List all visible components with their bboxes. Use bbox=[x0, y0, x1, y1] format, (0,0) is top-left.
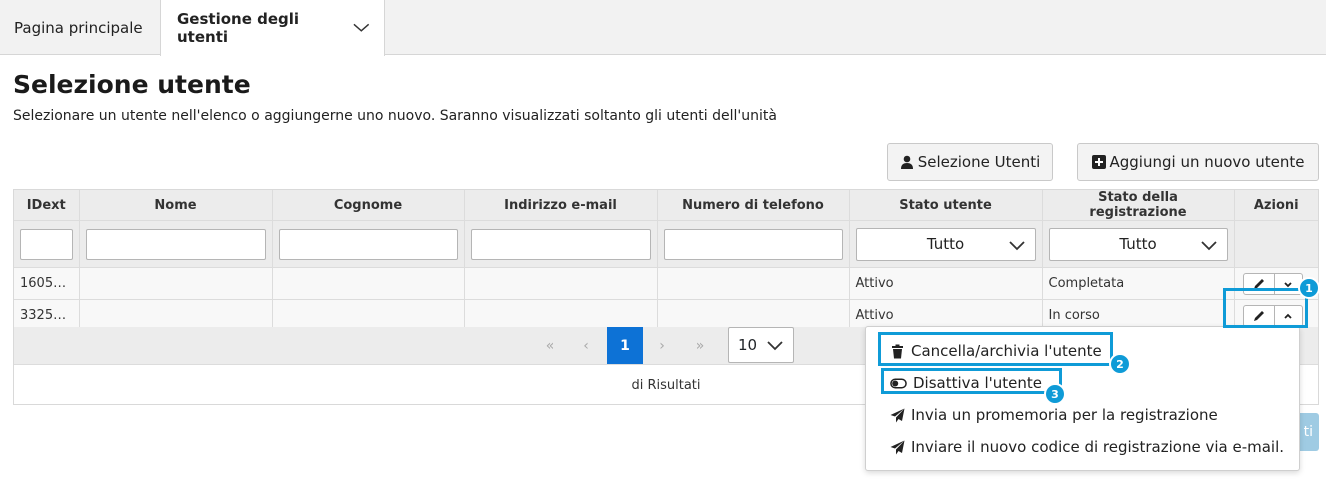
add-user-button[interactable]: Aggiungi un nuovo utente bbox=[1077, 143, 1319, 181]
filter-email-input[interactable] bbox=[470, 228, 651, 260]
filter-user-status-value: Tutto bbox=[926, 235, 965, 253]
table-row[interactable]: 1605… Attivo Completata bbox=[14, 267, 1318, 300]
chevron-down-icon bbox=[767, 341, 783, 351]
plus-square-icon bbox=[1091, 155, 1106, 169]
cell-email bbox=[464, 267, 658, 300]
callout-highlight-delete bbox=[878, 332, 1113, 366]
filter-surname-input[interactable] bbox=[278, 228, 458, 260]
page-title: Selezione utente bbox=[13, 70, 251, 99]
column-header-idext[interactable]: IDext bbox=[14, 190, 80, 221]
chevron-down-icon bbox=[353, 23, 370, 32]
top-tab-bar: Pagina principale Gestione degli utenti bbox=[0, 0, 1326, 56]
filter-registration-status-value: Tutto bbox=[1119, 235, 1157, 253]
filter-idext-input[interactable] bbox=[20, 228, 73, 260]
paper-plane-icon bbox=[890, 440, 905, 454]
menu-item-label: Inviare il nuovo codice di registrazione… bbox=[911, 438, 1285, 456]
filter-phone-input[interactable] bbox=[663, 228, 843, 260]
last-page-button[interactable]: » bbox=[682, 327, 718, 364]
cell-registration-status: Completata bbox=[1042, 267, 1235, 300]
first-page-button[interactable]: « bbox=[532, 327, 568, 364]
page-subtitle: Selezionare un utente nell'elenco o aggi… bbox=[13, 108, 777, 124]
tab-user-management[interactable]: Gestione degli utenti bbox=[160, 0, 385, 56]
paper-plane-icon bbox=[890, 408, 905, 422]
menu-item-label: Invia un promemoria per la registrazione bbox=[911, 406, 1218, 424]
prev-page-button[interactable]: ‹ bbox=[568, 327, 604, 364]
page-size-select[interactable]: 10 bbox=[728, 327, 794, 363]
column-header-actions: Azioni bbox=[1234, 190, 1318, 221]
menu-item-send-new-code[interactable]: Inviare il nuovo codice di registrazione… bbox=[890, 432, 1284, 462]
callout-highlight-deactivate bbox=[881, 368, 1062, 394]
filter-user-status-select[interactable]: Tutto bbox=[855, 227, 1036, 261]
page-size-value: 10 bbox=[738, 336, 758, 354]
filter-row: Tutto Tutto bbox=[14, 220, 1318, 268]
page-1-button[interactable]: 1 bbox=[607, 327, 643, 364]
column-header-registration-status[interactable]: Stato della registrazione bbox=[1042, 190, 1235, 221]
filter-name-input[interactable] bbox=[85, 228, 266, 260]
column-header-name[interactable]: Nome bbox=[79, 190, 273, 221]
callout-highlight-actions bbox=[1223, 288, 1308, 328]
column-header-surname[interactable]: Cognome bbox=[272, 190, 465, 221]
cell-user-status: Attivo bbox=[849, 267, 1043, 300]
cell-idext: 1605… bbox=[14, 267, 80, 300]
tab-user-management-label: Gestione degli utenti bbox=[177, 10, 300, 46]
select-users-label: Selezione Utenti bbox=[917, 153, 1041, 171]
user-icon bbox=[900, 155, 913, 169]
tab-home[interactable]: Pagina principale bbox=[0, 0, 157, 56]
cell-name bbox=[79, 267, 273, 300]
cell-phone bbox=[657, 267, 850, 300]
chevron-down-icon bbox=[1008, 240, 1025, 250]
select-users-button[interactable]: Selezione Utenti bbox=[887, 143, 1053, 181]
chevron-down-icon bbox=[1200, 240, 1217, 250]
next-page-button[interactable]: › bbox=[644, 327, 680, 364]
column-header-phone[interactable]: Numero di telefono bbox=[657, 190, 850, 221]
column-header-email[interactable]: Indirizzo e-mail bbox=[464, 190, 658, 221]
callout-badge-3: 3 bbox=[1044, 383, 1066, 405]
cell-surname bbox=[272, 267, 465, 300]
column-header-user-status[interactable]: Stato utente bbox=[849, 190, 1043, 221]
callout-badge-1: 1 bbox=[1298, 277, 1320, 299]
add-user-label: Aggiungi un nuovo utente bbox=[1109, 153, 1305, 171]
tab-home-label: Pagina principale bbox=[14, 19, 143, 37]
filter-registration-status-select[interactable]: Tutto bbox=[1048, 227, 1228, 261]
callout-badge-2: 2 bbox=[1109, 353, 1131, 375]
